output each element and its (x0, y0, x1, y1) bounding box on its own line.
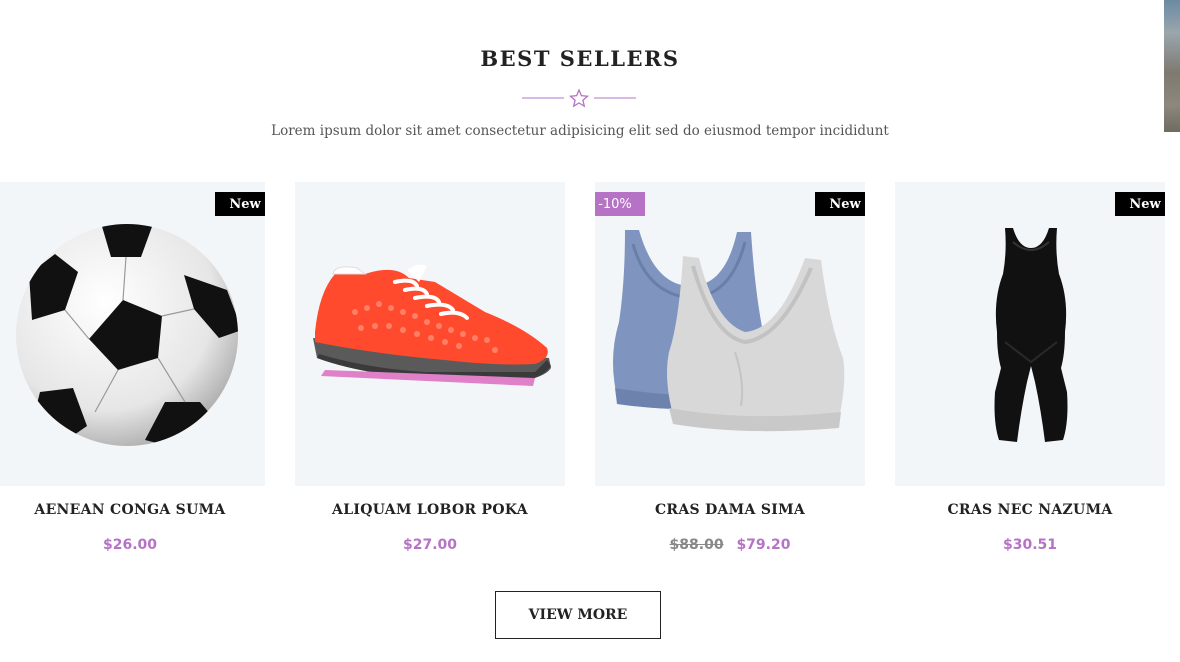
product-price: $30.51 (1002, 537, 1058, 553)
new-badge: New (815, 192, 865, 216)
product-name[interactable]: CRAS DAMA SIMA (595, 502, 865, 518)
product-image-bodysuit[interactable]: New (895, 182, 1165, 486)
product-card[interactable]: -10% New CRAS DAMA SIMA $88.00 $79.20 (595, 182, 865, 562)
product-card[interactable]: New CRAS NEC NAZUMA $30.51 (895, 182, 1165, 562)
product-name[interactable]: AENEAN CONGA SUMA (0, 502, 265, 518)
product-image-sports-bras[interactable]: -10% New (595, 182, 865, 486)
product-price-group: $88.00 $79.20 (595, 537, 865, 553)
product-price: $26.00 (102, 537, 158, 553)
product-image-running-shoe[interactable] (295, 182, 565, 486)
section-title: BEST SELLERS (480, 46, 680, 71)
product-price-group: $30.51 (895, 537, 1165, 553)
product-name[interactable]: CRAS NEC NAZUMA (895, 502, 1165, 518)
new-badge: New (1115, 192, 1165, 216)
product-price-group: $26.00 (0, 537, 265, 553)
discount-badge: -10% (595, 192, 645, 216)
section-subtitle: Lorem ipsum dolor sit amet consectetur a… (271, 123, 889, 139)
product-price-group: $27.00 (295, 537, 565, 553)
product-card[interactable]: ALIQUAM LOBOR POKA $27.00 (295, 182, 565, 562)
star-outline-icon (568, 88, 590, 108)
product-price: $79.20 (736, 537, 791, 553)
product-name[interactable]: ALIQUAM LOBOR POKA (295, 502, 565, 518)
product-price: $27.00 (402, 537, 458, 553)
view-more-button[interactable]: VIEW MORE (495, 591, 661, 639)
new-badge: New (215, 192, 265, 216)
title-divider (522, 88, 636, 108)
product-image-soccer-ball[interactable]: New (0, 182, 265, 486)
product-old-price: $88.00 (669, 537, 724, 553)
edge-banner-image (1164, 0, 1180, 132)
product-card[interactable]: New AENEAN CONGA SUMA $26.00 (0, 182, 265, 562)
